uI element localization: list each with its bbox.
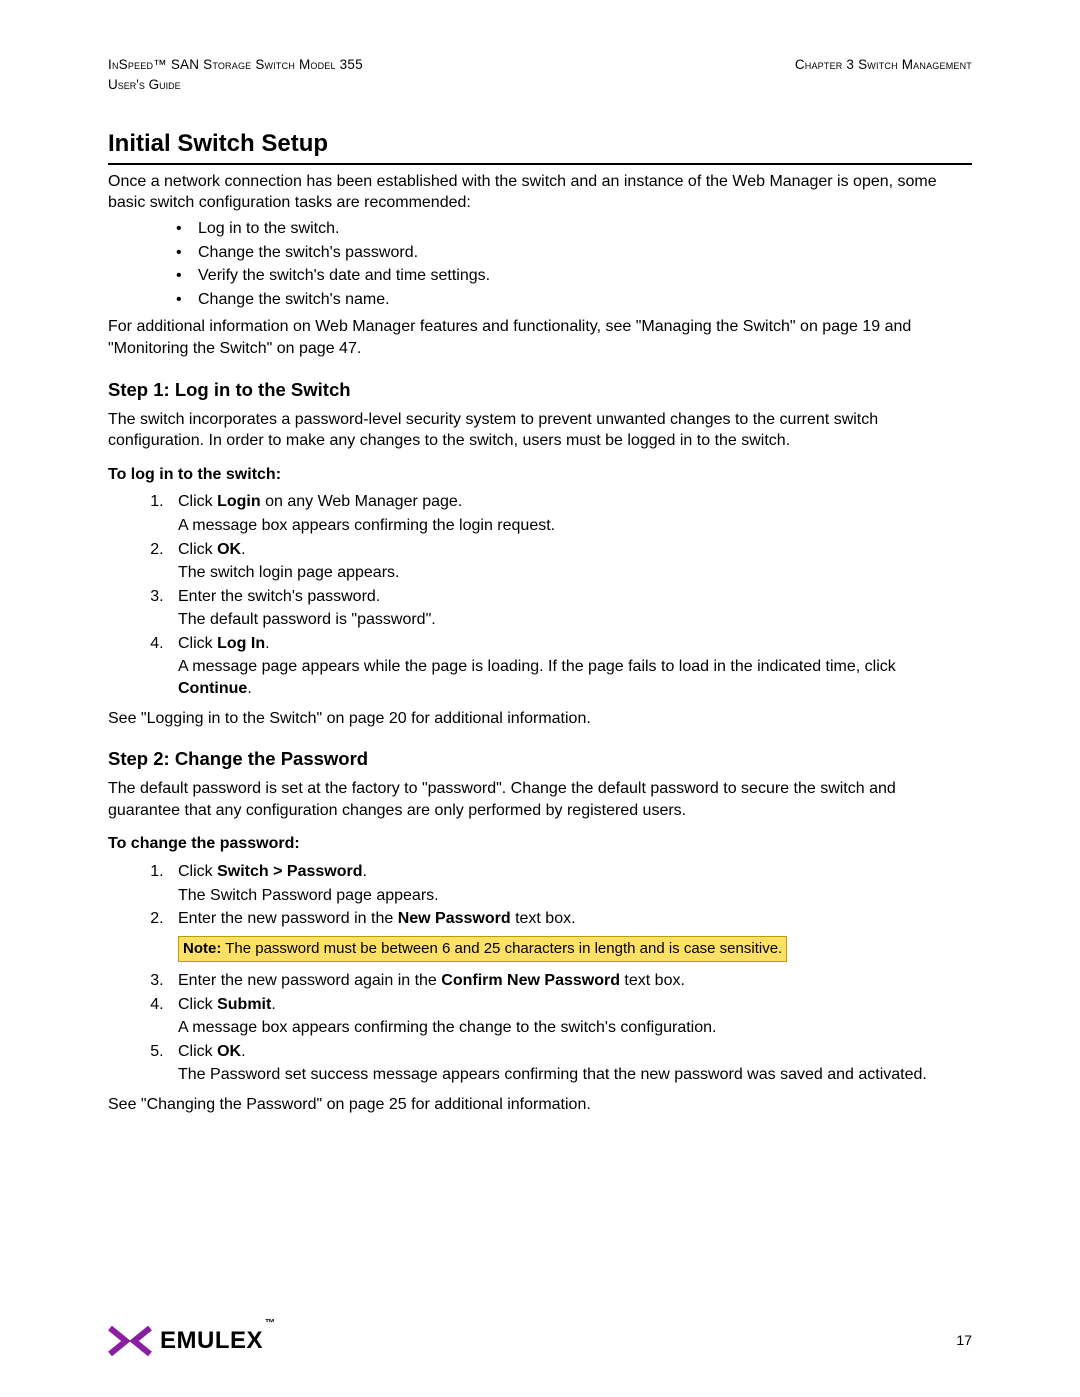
step1-ordered-list: Click Login on any Web Manager page. A m…: [108, 491, 972, 699]
brand-logo-icon: [108, 1326, 152, 1356]
step-text: .: [271, 996, 275, 1013]
list-item: Click Submit. A message box appears conf…: [168, 994, 972, 1039]
list-item: Click Login on any Web Manager page. A m…: [168, 491, 972, 536]
step-text: on any Web Manager page.: [261, 493, 463, 510]
step-bold: Switch > Password: [217, 863, 362, 880]
list-item: Verify the switch's date and time settin…: [176, 265, 972, 287]
step-sub: A message box appears confirming the log…: [178, 515, 972, 537]
step-bold: OK: [217, 541, 241, 558]
intro-paragraph: Once a network connection has been estab…: [108, 171, 972, 214]
header-right-line1: Chapter 3 Switch Management: [795, 56, 972, 74]
step-sub: A message box appears confirming the cha…: [178, 1017, 972, 1039]
step-text: .: [241, 1043, 245, 1060]
step2-lead: To change the password:: [108, 833, 972, 855]
step-text: .: [241, 541, 245, 558]
step-sub-bold: Continue: [178, 680, 247, 697]
page: InSpeed™ SAN Storage Switch Model 355 Ch…: [0, 0, 1080, 1397]
step1-seealso: See "Logging in to the Switch" on page 2…: [108, 708, 972, 730]
step2-ordered-list: Click Switch > Password. The Switch Pass…: [108, 861, 972, 1086]
step-text: Click: [178, 493, 217, 510]
step-text: Enter the switch's password.: [178, 588, 380, 605]
note-box: Note: The password must be between 6 and…: [178, 936, 787, 962]
step-sub: The Password set success message appears…: [178, 1064, 972, 1086]
step-text: Click: [178, 996, 217, 1013]
step-bold: New Password: [398, 910, 511, 927]
additional-info: For additional information on Web Manage…: [108, 316, 972, 359]
intro-bullet-list: Log in to the switch. Change the switch'…: [108, 218, 972, 310]
list-item: Enter the new password again in the Conf…: [168, 970, 972, 992]
step-bold: Login: [217, 493, 261, 510]
step-bold: Confirm New Password: [441, 972, 620, 989]
step2-seealso: See "Changing the Password" on page 25 f…: [108, 1094, 972, 1116]
brand-logo: EMULEX™: [108, 1325, 276, 1357]
step-text: .: [363, 863, 367, 880]
step1-lead: To log in to the switch:: [108, 464, 972, 486]
list-item: Change the switch's name.: [176, 289, 972, 311]
page-footer: EMULEX™ 17: [108, 1325, 972, 1357]
step-sub-text: .: [247, 680, 251, 697]
step-text: Click: [178, 541, 217, 558]
list-item: Click Log In. A message page appears whi…: [168, 633, 972, 700]
step-text: Enter the new password again in the: [178, 972, 441, 989]
step-sub-text: A message page appears while the page is…: [178, 658, 896, 675]
step-sub: The Switch Password page appears.: [178, 885, 972, 907]
main-title: Initial Switch Setup: [108, 128, 972, 164]
step-bold: OK: [217, 1043, 241, 1060]
list-item: Enter the new password in the New Passwo…: [168, 908, 972, 968]
step-text: .: [265, 635, 269, 652]
step-sub: The default password is "password".: [178, 609, 972, 631]
list-item: Enter the switch's password. The default…: [168, 586, 972, 631]
note-text: The password must be between 6 and 25 ch…: [221, 940, 782, 957]
step1-desc: The switch incorporates a password-level…: [108, 409, 972, 452]
header-left-line2: User's Guide: [108, 76, 972, 94]
brand-name-text: EMULEX: [160, 1327, 263, 1354]
header-left-line1: InSpeed™ SAN Storage Switch Model 355: [108, 56, 363, 74]
list-item: Click OK. The Password set success messa…: [168, 1041, 972, 1086]
brand-name: EMULEX™: [160, 1325, 276, 1357]
page-header: InSpeed™ SAN Storage Switch Model 355 Ch…: [108, 56, 972, 74]
step2-title: Step 2: Change the Password: [108, 747, 972, 772]
step-sub: The switch login page appears.: [178, 562, 972, 584]
step-text: Click: [178, 863, 217, 880]
step-text: Enter the new password in the: [178, 910, 398, 927]
list-item: Click OK. The switch login page appears.: [168, 539, 972, 584]
step-text: Click: [178, 1043, 217, 1060]
step1-title: Step 1: Log in to the Switch: [108, 378, 972, 403]
list-item: Log in to the switch.: [176, 218, 972, 240]
step2-desc: The default password is set at the facto…: [108, 778, 972, 821]
trademark-symbol: ™: [265, 1318, 276, 1329]
list-item: Change the switch's password.: [176, 242, 972, 264]
note-label: Note:: [183, 940, 221, 957]
page-number: 17: [956, 1331, 972, 1350]
step-bold: Log In: [217, 635, 265, 652]
step-bold: Submit: [217, 996, 271, 1013]
step-text: text box.: [620, 972, 685, 989]
step-text: Click: [178, 635, 217, 652]
step-sub: A message page appears while the page is…: [178, 656, 972, 699]
step-text: text box.: [511, 910, 576, 927]
list-item: Click Switch > Password. The Switch Pass…: [168, 861, 972, 906]
